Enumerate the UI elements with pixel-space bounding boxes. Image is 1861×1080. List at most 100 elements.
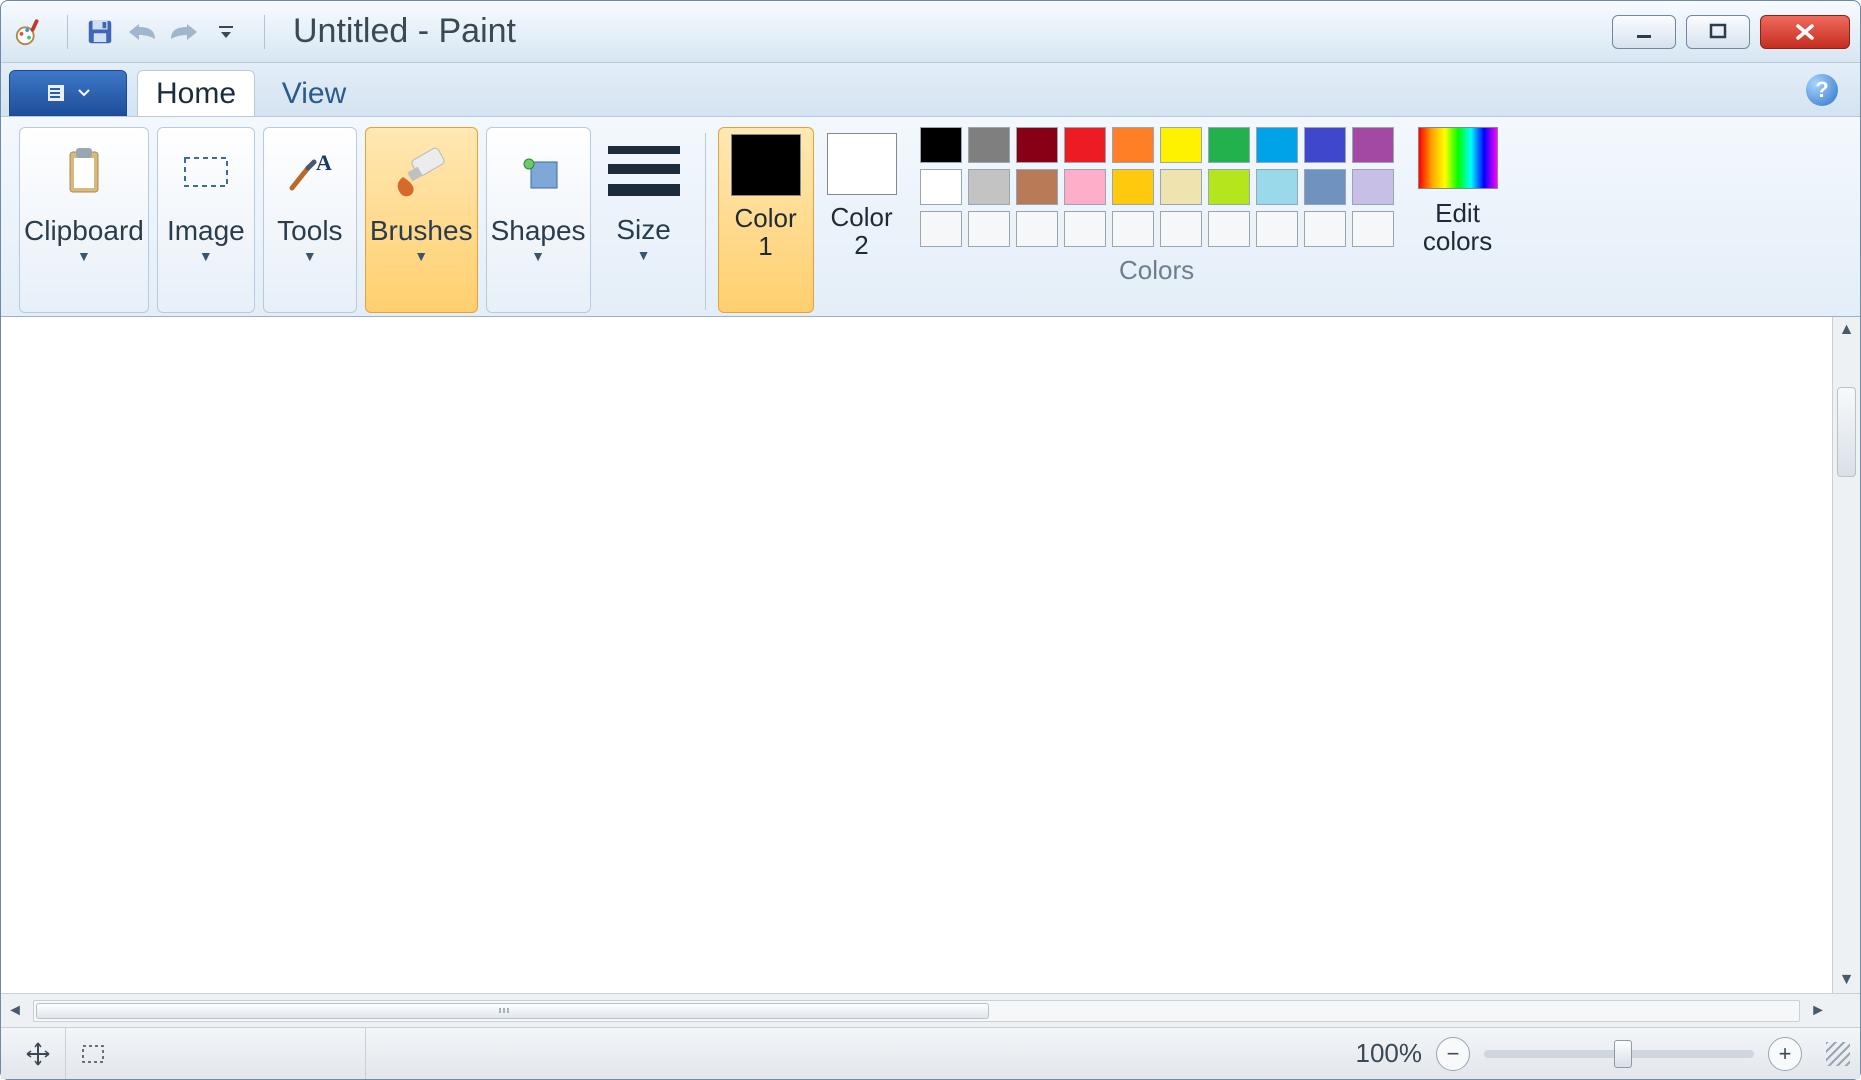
color-swatch[interactable]: [1112, 169, 1154, 205]
scroll-up-arrow-icon[interactable]: ▲: [1833, 317, 1860, 343]
window-title: Untitled - Paint: [293, 12, 516, 51]
ribbon: Clipboard ▼ Image ▼ A Tools ▼: [1, 117, 1860, 317]
chevron-down-icon: ▼: [637, 247, 651, 263]
tab-home[interactable]: Home: [137, 70, 255, 116]
chevron-down-icon: ▼: [77, 248, 91, 264]
separator: [264, 15, 265, 49]
size-label: Size: [616, 215, 670, 245]
tools-button[interactable]: A Tools ▼: [263, 127, 357, 313]
color-swatch[interactable]: [1112, 211, 1154, 247]
status-spacer: [366, 1028, 1356, 1079]
select-icon: [170, 136, 242, 208]
undo-button[interactable]: [124, 14, 160, 50]
brushes-label: Brushes: [370, 216, 473, 246]
color-swatch[interactable]: [1112, 127, 1154, 163]
color-swatch[interactable]: [1304, 211, 1346, 247]
file-menu-button[interactable]: [9, 70, 127, 116]
color-swatch[interactable]: [1016, 169, 1058, 205]
clipboard-button[interactable]: Clipboard ▼: [19, 127, 149, 313]
size-button[interactable]: Size ▼: [599, 127, 689, 313]
brushes-button[interactable]: Brushes ▼: [365, 127, 478, 313]
color-swatch[interactable]: [1064, 169, 1106, 205]
scroll-down-arrow-icon[interactable]: ▼: [1833, 967, 1860, 993]
color-swatch[interactable]: [1160, 127, 1202, 163]
ribbon-tabs: Home View ?: [1, 63, 1860, 117]
color-swatch[interactable]: [1352, 169, 1394, 205]
save-button[interactable]: [82, 14, 118, 50]
maximize-button[interactable]: [1686, 15, 1750, 49]
color2-button[interactable]: Color 2: [814, 127, 910, 313]
palette-row-custom: [920, 211, 1394, 247]
vertical-scroll-thumb[interactable]: [1837, 387, 1856, 477]
color-swatch[interactable]: [1160, 169, 1202, 205]
color-swatch[interactable]: [1352, 211, 1394, 247]
color-swatch[interactable]: [1304, 169, 1346, 205]
zoom-slider-thumb[interactable]: [1614, 1040, 1632, 1068]
tools-label: Tools: [277, 216, 342, 246]
color-swatch[interactable]: [1208, 127, 1250, 163]
chevron-down-icon: ▼: [531, 248, 545, 264]
horizontal-scrollbar[interactable]: ◄ ►: [1, 993, 1860, 1027]
help-icon[interactable]: ?: [1806, 74, 1838, 106]
edit-colors-label: Edit colors: [1423, 199, 1492, 255]
qat-customize-button[interactable]: [208, 14, 244, 50]
zoom-out-button[interactable]: −: [1436, 1037, 1470, 1071]
clipboard-label: Clipboard: [24, 216, 144, 246]
color-swatch[interactable]: [1064, 127, 1106, 163]
close-button[interactable]: [1760, 15, 1850, 49]
edit-colors-button[interactable]: Edit colors: [1408, 127, 1508, 316]
clipboard-group: Clipboard ▼: [15, 127, 153, 316]
color-swatch[interactable]: [1256, 127, 1298, 163]
color-swatch[interactable]: [1064, 211, 1106, 247]
vertical-scrollbar[interactable]: ▲ ▼: [1832, 317, 1860, 993]
window-controls: [1612, 15, 1850, 49]
tools-icon: A: [274, 136, 346, 208]
status-bar: 100% − +: [1, 1027, 1860, 1079]
shapes-button[interactable]: Shapes ▼: [486, 127, 591, 313]
chevron-down-icon: ▼: [414, 248, 428, 264]
brush-icon: [385, 136, 457, 208]
paint-app-icon: [11, 14, 47, 50]
color-swatch[interactable]: [1160, 211, 1202, 247]
title-bar: Untitled - Paint: [1, 1, 1860, 63]
resize-grip-icon[interactable]: [1826, 1042, 1850, 1066]
color-swatch[interactable]: [1208, 169, 1250, 205]
color-swatch[interactable]: [920, 169, 962, 205]
color-swatch[interactable]: [1208, 211, 1250, 247]
color-swatch[interactable]: [920, 127, 962, 163]
color2-swatch: [827, 133, 897, 195]
shapes-icon: [502, 136, 574, 208]
color-swatch[interactable]: [1016, 211, 1058, 247]
redo-button[interactable]: [166, 14, 202, 50]
zoom-level: 100%: [1356, 1038, 1423, 1069]
paint-window: Untitled - Paint Home View ?: [0, 0, 1861, 1080]
tools-group: A Tools ▼: [259, 127, 361, 316]
scroll-left-arrow-icon[interactable]: ◄: [1, 1002, 29, 1020]
image-label: Image: [167, 216, 245, 246]
color-swatch[interactable]: [1256, 169, 1298, 205]
color1-button[interactable]: Color 1: [718, 127, 814, 313]
color1-swatch: [731, 134, 801, 196]
chevron-down-icon: ▼: [199, 248, 213, 264]
horizontal-scroll-track[interactable]: [33, 1000, 1800, 1022]
color-swatch[interactable]: [968, 127, 1010, 163]
zoom-controls: 100% − +: [1356, 1037, 1851, 1071]
ribbon-divider: [705, 133, 706, 310]
minimize-button[interactable]: [1612, 15, 1676, 49]
color-swatch[interactable]: [1304, 127, 1346, 163]
canvas[interactable]: [1, 317, 1832, 993]
tab-view[interactable]: View: [255, 70, 373, 116]
color-swatch[interactable]: [920, 211, 962, 247]
color-swatch[interactable]: [968, 169, 1010, 205]
image-button[interactable]: Image ▼: [157, 127, 255, 313]
horizontal-scroll-thumb[interactable]: [36, 1003, 989, 1019]
zoom-in-button[interactable]: +: [1768, 1037, 1802, 1071]
color-swatch[interactable]: [968, 211, 1010, 247]
color-swatch[interactable]: [1256, 211, 1298, 247]
color-swatch[interactable]: [1016, 127, 1058, 163]
zoom-slider[interactable]: [1484, 1050, 1754, 1058]
scroll-right-arrow-icon[interactable]: ►: [1804, 1002, 1832, 1020]
spectrum-icon: [1418, 127, 1498, 189]
size-icon: [608, 135, 680, 207]
color-swatch[interactable]: [1352, 127, 1394, 163]
